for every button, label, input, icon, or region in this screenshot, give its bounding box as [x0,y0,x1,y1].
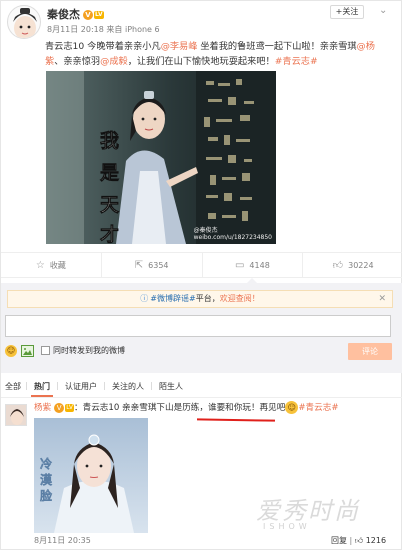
verified-icon: V [83,10,93,20]
repost-icon: ⇱ [134,259,144,271]
mention-link[interactable]: 紫 [45,56,54,67]
favorite-button[interactable]: ☆ 收藏 [1,253,102,277]
emoji-icon[interactable]: ☺ [5,345,17,357]
repost-button[interactable]: ⇱ 6354 [102,253,203,277]
author-name-text[interactable]: 秦俊杰 [47,8,80,21]
post-text-segment: 青云志10 今晚带着亲亲小凡 [45,41,161,52]
filter-hot[interactable]: 热门 [34,381,50,392]
image-caption: 是 [100,162,119,184]
post-text-segment: 、亲亲惊羽 [54,56,101,67]
post-time[interactable]: 8月11日 20:18 [47,25,104,34]
notice-cta-link[interactable]: 欢迎查阅！ [220,294,260,303]
rumor-notice: ⓘ #微博辟谣#平台，欢迎查阅！ ✕ [7,290,393,308]
filter-separator: | [56,381,59,390]
comment-button[interactable]: ▭ 4148 [203,253,304,283]
source-prefix: 来自 [106,25,123,34]
author-avatar[interactable] [7,5,41,39]
image-upload-icon[interactable] [21,345,34,357]
comment-image[interactable]: 冷 漠 脸 [34,418,148,533]
post-text-segment: 坐着我的鲁班鸢一起下山啦！亲亲雪琪 [197,41,357,52]
chevron-down-icon[interactable]: ⌄ [379,5,387,16]
image-caption: 我 [100,130,119,152]
verified-icon: V [54,402,65,413]
star-icon: ☆ [35,259,45,271]
level-badge-icon: LV [94,11,104,19]
weibo-post-card: 秦俊杰 V LV 8月11日 20:18 来自 iPhone 6 +关注 ⌄ 青云志… [0,0,402,550]
post-image[interactable]: 我 是 天 才 @秦俊杰 weibo.com/u/1827234850 [46,71,276,244]
level-badge-icon: LV [65,403,74,412]
close-icon[interactable]: ✕ [378,291,386,307]
commenter-name[interactable]: 杨紫 [34,403,51,413]
image-watermark-name: @秦俊杰 [193,227,218,234]
author-name[interactable]: 秦俊杰 V LV [47,6,104,22]
favorite-label: 收藏 [49,260,66,270]
image-caption: 漠 [40,472,53,487]
image-watermark: @秦俊杰 weibo.com/u/1827234850 [194,225,272,241]
comment-input[interactable] [5,315,391,337]
submit-comment-button[interactable]: 评论 [348,343,392,360]
comment-icon: ▭ [234,259,245,271]
filter-separator: | [150,381,153,390]
like-button[interactable]: 👍︎ 30224 [303,253,402,277]
action-bar: ☆ 收藏 ⇱ 6354 ▭ 4148 👍︎ 30224 [1,252,402,283]
site-watermark: 爱秀时尚 [256,497,360,525]
reply-button[interactable]: 回复 [331,536,347,545]
post-source[interactable]: iPhone 6 [125,25,160,34]
thumbs-up-icon: 👍︎ [332,260,344,271]
smile-emoji-icon: ☺ [285,401,299,414]
notice-text: 平台， [195,294,220,303]
post-text: 青云志10 今晚带着亲亲小凡@李易峰 坐着我的鲁班鸢一起下山啦！亲亲雪琪@杨 紫… [45,39,395,69]
hashtag-link[interactable]: #青云志# [298,403,338,413]
image-caption: 天 [100,194,120,216]
mention-link[interactable]: @成毅 [100,56,128,67]
repost-count: 6354 [148,260,169,270]
comment-like-count: 1216 [365,536,387,545]
repost-checkbox[interactable] [41,346,50,355]
thumbs-up-icon[interactable]: 👍︎ [355,536,363,545]
filter-verified[interactable]: 认证用户 [65,381,97,392]
image-watermark-url: weibo.com/u/1827234850 [193,234,272,241]
image-caption: 才 [100,223,119,244]
image-caption: 冷 [40,456,52,471]
commenter-avatar[interactable] [5,404,27,426]
like-count: 30224 [348,260,374,270]
red-underline-annotation [196,418,276,422]
filter-separator: | [103,381,106,390]
comment-count: 4148 [249,260,270,270]
mention-link[interactable]: @李易峰 [161,41,198,52]
comment-text-segment: ：青云志10 亲亲雪琪下山是历练， [74,403,208,413]
notice-link[interactable]: #微博辟谣# [150,294,195,303]
comment-filters: 全部 | 热门 | 认证用户 | 关注的人 | 陌生人 [1,381,402,395]
image-caption: 脸 [40,488,53,503]
comment-actions: 回复 | 👍︎ 1216 [331,535,386,546]
filter-all[interactable]: 全部 [5,381,21,392]
hashtag-link[interactable]: #青云志# [275,56,318,67]
divider [1,397,402,398]
follow-button[interactable]: +关注 [330,5,364,19]
post-text-segment: ，让我们在山下愉快地玩耍起来吧！ [127,56,275,67]
repost-checkbox-label[interactable]: 同时转发到我的微博 [53,345,125,356]
filter-strangers[interactable]: 陌生人 [159,381,183,392]
mention-link[interactable]: @杨 [357,41,375,52]
filter-following[interactable]: 关注的人 [112,381,144,392]
site-watermark-sub: ISHOW [263,522,311,531]
post-meta: 8月11日 20:18 来自 iPhone 6 [47,24,160,35]
comment-text-segment: 谁要和你玩！再见吧 [207,403,286,413]
comment-composer: ⓘ #微博辟谣#平台，欢迎查阅！ ✕ ☺ 同时转发到我的微博 评论 [1,283,402,373]
info-icon: ⓘ [140,294,149,303]
comment-text: 杨紫 V LV：青云志10 亲亲雪琪下山是历练，谁要和你玩！再见吧 ☺ #青云志# [34,401,394,415]
comment-time: 8月11日 20:35 [34,536,91,545]
filter-separator: | [25,381,28,390]
